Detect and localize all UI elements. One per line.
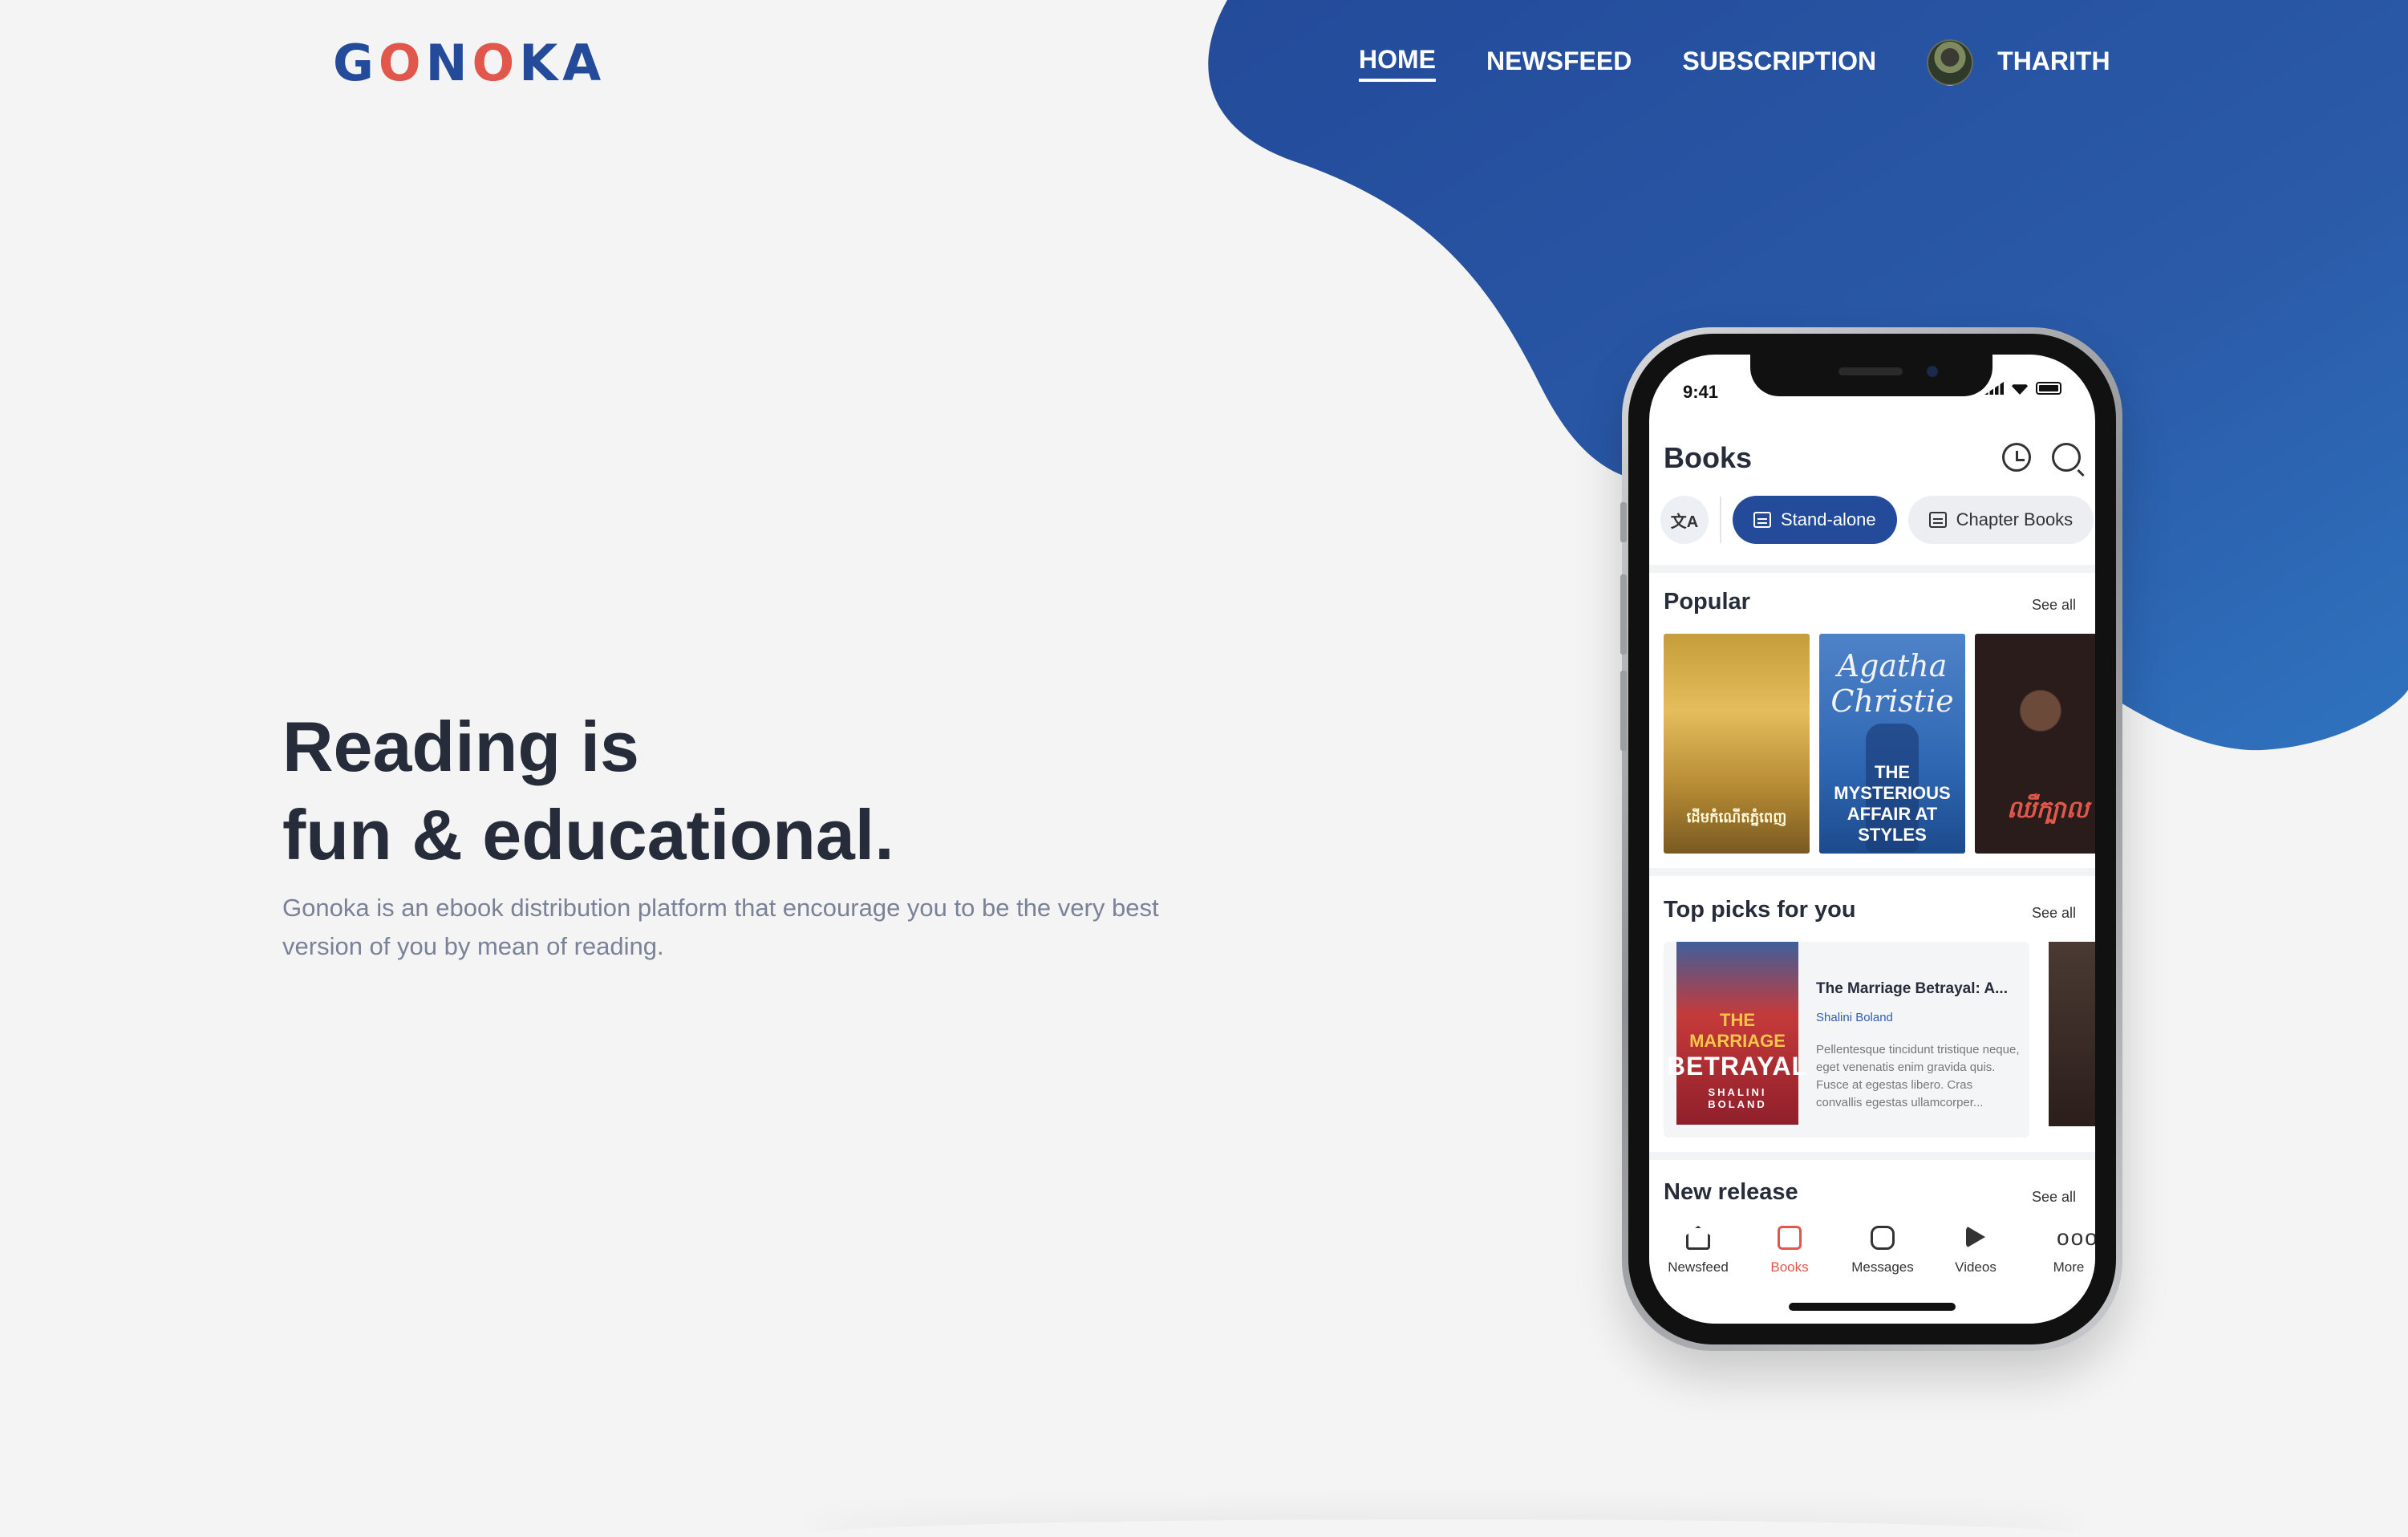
status-time: 9:41	[1683, 382, 1719, 402]
popular-title: Popular	[1664, 589, 1750, 614]
hero-section: Reading is fun & educational. Gonoka is …	[282, 703, 1245, 966]
history-icon[interactable]	[2002, 443, 2031, 472]
chip-chapter-books[interactable]: Chapter Books	[1907, 496, 2094, 544]
tab-books-label: Books	[1770, 1259, 1809, 1275]
notch-speaker	[1838, 367, 1903, 375]
hero-title: Reading is fun & educational.	[282, 703, 1245, 879]
top-picks-title: Top picks for you	[1664, 897, 1856, 923]
phone-notch	[1750, 355, 1992, 396]
user-name[interactable]: THARITH	[1997, 45, 2110, 80]
pick-title: The Marriage Betrayal: A...	[1816, 980, 2008, 997]
translate-icon[interactable]: 文A	[1660, 496, 1709, 544]
phone-mockup: 9:41 Books 文A Stand-alone Chapter Books …	[1620, 327, 2122, 1351]
book-cover[interactable]: ឈឺក្បាល	[1975, 634, 2095, 854]
chapters-icon	[1928, 512, 1947, 528]
header-actions	[2002, 443, 2081, 472]
top-picks-see-all[interactable]: See all	[2032, 905, 2076, 922]
books-header: Books	[1664, 438, 2081, 478]
book-cover[interactable]: Agatha Christie THE MYSTERIOUS AFFAIR AT…	[1819, 634, 1965, 854]
book-icon	[1778, 1226, 1802, 1250]
phone-volume-down	[1620, 671, 1627, 751]
tab-messages-label: Messages	[1851, 1259, 1914, 1275]
hero-description: Gonoka is an ebook distribution platform…	[282, 894, 1159, 960]
nav-subscription-link[interactable]: SUBSCRIPTION	[1682, 45, 1876, 80]
pick-cover-author: SHALINI BOLAND	[1708, 1086, 1767, 1110]
tab-more-label: More	[2053, 1259, 2085, 1275]
tab-books[interactable]: Books	[1744, 1226, 1835, 1275]
main-nav: HOME NEWSFEED SUBSCRIPTION THARITH	[1359, 39, 2110, 86]
user-avatar[interactable]	[1927, 39, 1974, 86]
search-icon[interactable]	[2052, 443, 2081, 472]
gonoka-logo[interactable]: GONOKA	[333, 35, 606, 91]
section-divider	[1649, 565, 2095, 573]
home-icon	[1686, 1226, 1710, 1250]
book-icon	[1753, 512, 1771, 528]
phone-volume-up	[1620, 574, 1627, 655]
pick-cover-line2: BETRAYAL	[1666, 1052, 1809, 1081]
battery-icon	[2036, 382, 2061, 395]
hero-title-line1: Reading is	[282, 707, 639, 786]
book-type-filter: 文A Stand-alone Chapter Books	[1660, 496, 2094, 544]
new-release-see-all[interactable]: See all	[2032, 1189, 2076, 1206]
new-release-title: New release	[1664, 1179, 1798, 1205]
nav-home-link[interactable]: HOME	[1359, 43, 1436, 82]
section-divider	[1649, 1152, 2095, 1160]
tab-newsfeed[interactable]: Newsfeed	[1652, 1226, 1744, 1275]
book-cover-title: ដើមកំណើតភ្នំពេញ	[1686, 809, 1787, 825]
wifi-icon	[2010, 384, 2029, 395]
book-cover-title: ឈឺក្បាល	[2006, 797, 2090, 823]
hero-title-line2: fun & educational.	[282, 795, 894, 874]
pick-description: Pellentesque tincidunt tristique neque, …	[1816, 1043, 2020, 1109]
chat-icon	[1871, 1226, 1895, 1250]
books-title: Books	[1664, 441, 1753, 474]
chip-separator	[1720, 497, 1721, 543]
popular-books-row: ដើមកំណើតភ្នំពេញ Agatha Christie THE MYST…	[1664, 634, 2095, 854]
tab-more[interactable]: ooo More	[2023, 1226, 2095, 1275]
phone-mute-button	[1620, 502, 1627, 542]
chip-standalone[interactable]: Stand-alone	[1733, 496, 1897, 544]
play-icon	[1966, 1226, 1985, 1248]
user-menu[interactable]: THARITH	[1927, 39, 2110, 86]
top-pick-card[interactable]: THE MARRIAGE BETRAYAL SHALINI BOLAND The…	[1664, 942, 2029, 1138]
home-indicator	[1789, 1303, 1956, 1311]
pick-cover-line1: THE MARRIAGE	[1689, 1010, 1786, 1051]
book-cover-author: Agatha Christie	[1830, 648, 1954, 719]
phone-bezel: 9:41 Books 文A Stand-alone Chapter Books …	[1620, 334, 2116, 1344]
notch-camera	[1927, 366, 1938, 377]
nav-newsfeed-link[interactable]: NEWSFEED	[1486, 45, 1632, 80]
tab-messages[interactable]: Messages	[1837, 1226, 1928, 1275]
chip-standalone-label: Stand-alone	[1781, 509, 1876, 529]
status-icons	[1984, 382, 2061, 395]
pick-book-cover: THE MARRIAGE BETRAYAL SHALINI BOLAND	[1667, 942, 1807, 1125]
next-pick-card[interactable]	[2049, 942, 2095, 1126]
book-cover-title: THE MYSTERIOUS AFFAIR AT STYLES	[1834, 762, 1951, 845]
tab-newsfeed-label: Newsfeed	[1668, 1259, 1729, 1275]
bottom-tab-bar: Newsfeed Books Messages Videos ooo More	[1649, 1211, 2095, 1324]
pick-author[interactable]: Shalini Boland	[1816, 1011, 1893, 1024]
section-divider	[1649, 868, 2095, 876]
more-icon: ooo	[2057, 1225, 2095, 1250]
tab-videos[interactable]: Videos	[1930, 1226, 2021, 1275]
book-cover[interactable]: ដើមកំណើតភ្នំពេញ	[1664, 634, 1810, 854]
tab-videos-label: Videos	[1955, 1259, 1997, 1275]
chip-chapter-books-label: Chapter Books	[1956, 509, 2074, 529]
popular-see-all[interactable]: See all	[2032, 597, 2076, 614]
phone-screen: 9:41 Books 文A Stand-alone Chapter Books …	[1649, 355, 2095, 1324]
